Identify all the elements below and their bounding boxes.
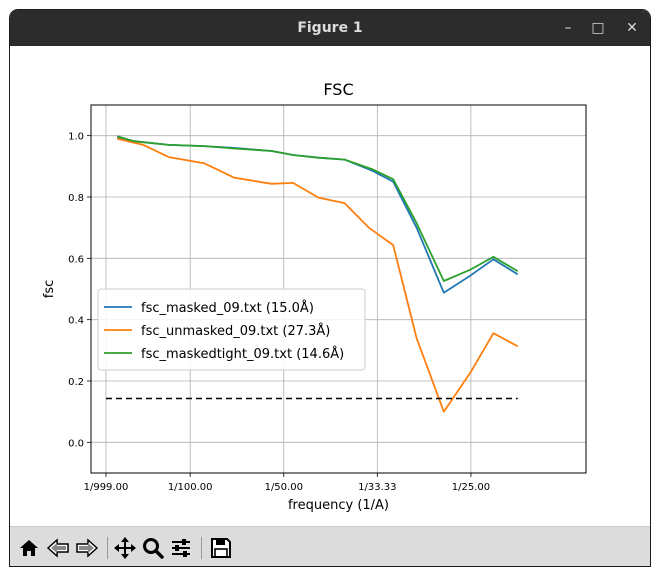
back-button[interactable]: [45, 535, 71, 561]
y-tick-label: 0.0: [68, 438, 84, 449]
legend: fsc_masked_09.txt (15.0Å) fsc_unmasked_09…: [97, 288, 366, 371]
back-icon: [46, 538, 69, 558]
y-tick-label: 0.2: [68, 377, 84, 388]
configure-subplots-icon: [172, 539, 190, 557]
pan-button[interactable]: [112, 535, 138, 561]
toolbar-separator: [201, 537, 202, 559]
figure-canvas[interactable]: 1/999.00 1/100.00 1/50.00 1/33.33 1/25.00 0.0…: [10, 46, 650, 526]
x-axis-label: frequency (1/A): [288, 498, 389, 513]
navigation-toolbar: [10, 526, 650, 566]
maximize-button[interactable]: □: [588, 18, 608, 38]
legend-label: fsc_maskedtight_09.txt (14.6Å): [141, 346, 344, 362]
y-tick-label: 0.8: [68, 193, 84, 204]
x-tick-label: 1/100.00: [168, 482, 213, 493]
y-axis-label: fsc: [42, 280, 57, 299]
save-button[interactable]: [208, 535, 234, 561]
y-tick-label: 0.4: [68, 316, 84, 327]
save-icon: [211, 538, 231, 558]
fsc-chart: 1/999.00 1/100.00 1/50.00 1/33.33 1/25.00 0.0…: [42, 80, 587, 513]
forward-icon: [76, 538, 99, 558]
x-tick-label: 1/33.33: [358, 482, 396, 493]
x-tick-label: 1/50.00: [265, 482, 303, 493]
window-title: Figure 1: [297, 20, 363, 36]
figure-window: Figure 1 – □ ✕ 1/999.00 1/100.00 1/50.00 1/…: [10, 10, 650, 566]
legend-label: fsc_masked_09.txt (15.0Å): [141, 300, 314, 316]
toolbar-separator: [107, 537, 108, 559]
series-line: [116, 136, 519, 294]
configure-subplots-button[interactable]: [168, 535, 194, 561]
home-button[interactable]: [16, 535, 42, 561]
chart-title: FSC: [323, 80, 353, 99]
y-tick-label: 1.0: [68, 132, 84, 143]
minimize-button[interactable]: –: [558, 18, 578, 38]
legend-label: fsc_unmasked_09.txt (27.3Å): [141, 323, 330, 339]
x-tick-label: 1/999.00: [84, 482, 129, 493]
pan-icon: [114, 537, 136, 559]
x-tick-label: 1/25.00: [452, 482, 490, 493]
zoom-icon: [143, 538, 164, 559]
home-icon: [20, 540, 38, 556]
title-bar[interactable]: Figure 1 – □ ✕: [10, 10, 650, 46]
y-tick-label: 0.6: [68, 254, 84, 265]
zoom-button[interactable]: [140, 535, 166, 561]
forward-button[interactable]: [74, 535, 100, 561]
close-button[interactable]: ✕: [622, 18, 642, 38]
